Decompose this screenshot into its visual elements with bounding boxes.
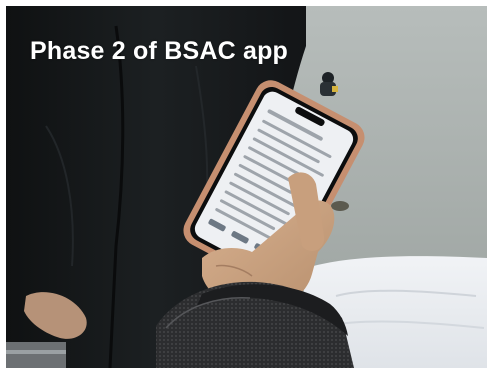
bird	[331, 201, 349, 211]
slide-caption: Phase 2 of BSAC app	[30, 37, 289, 65]
photo: Phase 2 of BSAC app	[6, 6, 487, 368]
